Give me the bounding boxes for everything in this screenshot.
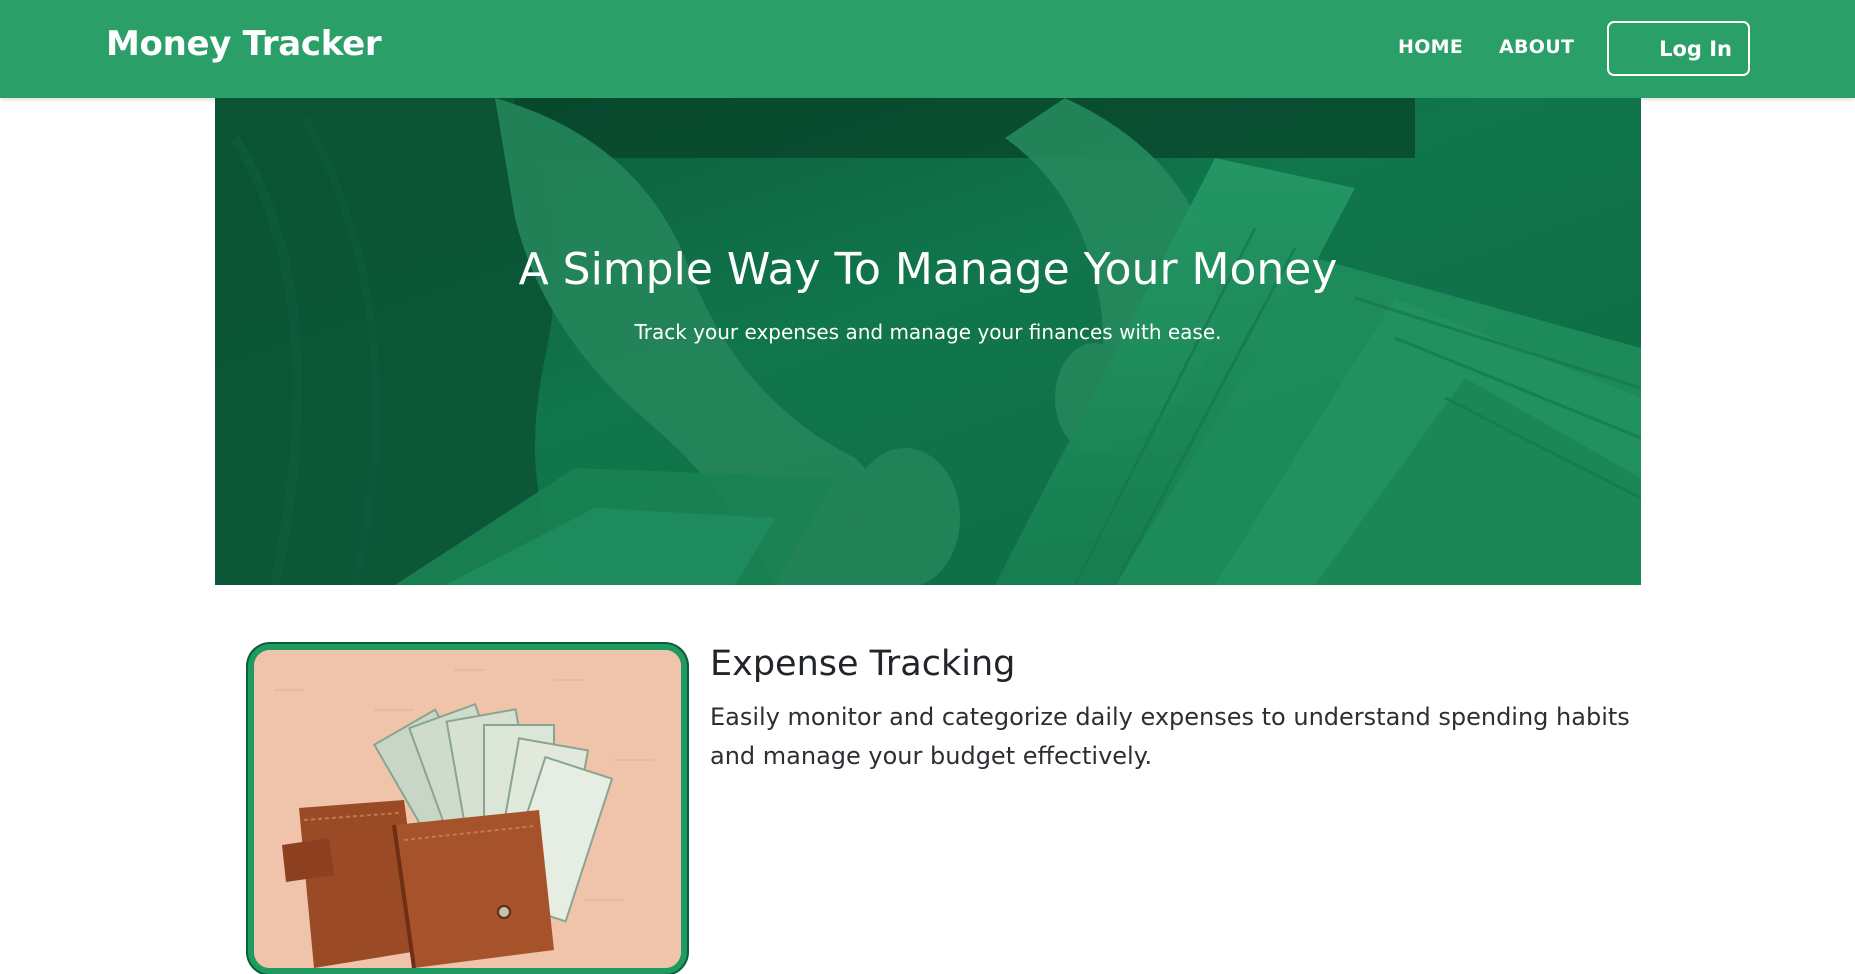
- navbar: Money Tracker HOME ABOUT Log In: [0, 0, 1855, 98]
- hero-subtitle: Track your expenses and manage your fina…: [634, 320, 1222, 344]
- brand-logo[interactable]: Money Tracker: [106, 24, 382, 64]
- hero-banner: A Simple Way To Manage Your Money Track …: [215, 98, 1641, 585]
- feature-description: Easily monitor and categorize daily expe…: [710, 703, 1630, 770]
- nav-link-about[interactable]: ABOUT: [1499, 36, 1574, 58]
- feature-image-frame: [248, 644, 687, 974]
- wallet-with-cash-image: [254, 650, 681, 968]
- feature-title: Expense Tracking: [710, 644, 1016, 684]
- hero-title: A Simple Way To Manage Your Money: [518, 244, 1338, 295]
- login-button[interactable]: Log In: [1607, 21, 1750, 76]
- nav-link-home[interactable]: HOME: [1398, 36, 1463, 58]
